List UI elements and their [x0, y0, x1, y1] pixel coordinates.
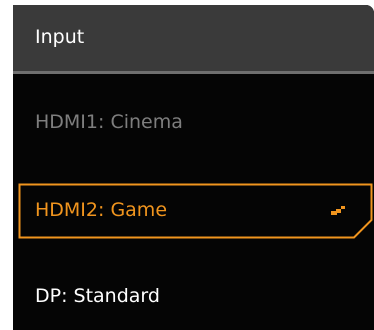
menu-item-hdmi1-cinema: HDMI1: Cinema — [13, 95, 374, 151]
menu-item-label: HDMI1: Cinema — [35, 111, 183, 133]
page-title: Input — [35, 26, 85, 48]
resize-handle-icon — [331, 206, 345, 215]
menu-item-dp-standard[interactable]: DP: Standard — [13, 269, 374, 325]
menu-item-hdmi2-game[interactable]: HDMI2: Game — [13, 183, 374, 239]
menu-item-label: HDMI2: Game — [35, 199, 168, 221]
osd-header: Input — [13, 5, 374, 74]
menu-item-label: DP: Standard — [35, 285, 160, 307]
osd-input-panel: Input HDMI1: Cinema HDMI2: Game DP: Stan… — [13, 5, 374, 330]
